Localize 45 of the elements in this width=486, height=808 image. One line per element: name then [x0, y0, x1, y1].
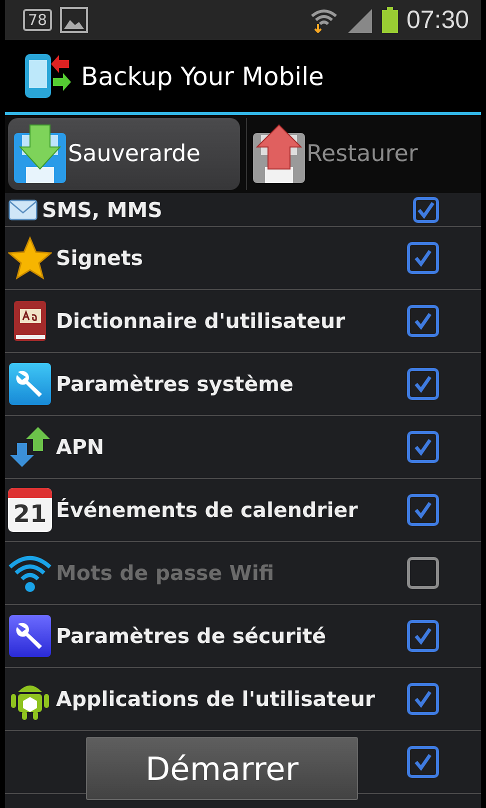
wrench-icon — [8, 614, 52, 658]
option-label: Paramètres de sécurité — [55, 624, 328, 648]
option-label: Signets — [55, 246, 144, 270]
checkmark-icon — [413, 500, 433, 520]
option-label: Dictionnaire d'utilisateur — [55, 309, 346, 333]
checkbox[interactable] — [407, 746, 439, 778]
option-label: Paramètres système — [55, 372, 294, 396]
phone-arrows-icon — [23, 52, 71, 100]
wrench-icon — [8, 362, 52, 406]
battery-icon — [382, 7, 398, 33]
checkmark-icon — [413, 437, 433, 457]
checkmark-icon — [413, 689, 433, 709]
checkmark-icon — [413, 752, 433, 772]
tab[interactable]: Restaurer — [246, 118, 478, 190]
star-icon — [8, 236, 52, 280]
option-label: Événements de calendrier — [55, 498, 359, 522]
floppy-upload-icon — [250, 123, 306, 185]
start-button[interactable]: Démarrer — [86, 737, 358, 800]
signal-icon — [346, 7, 374, 33]
wifi-icon — [310, 7, 338, 33]
app-title: Backup Your Mobile — [81, 62, 324, 90]
checkbox[interactable] — [407, 431, 439, 463]
clock: 07:30 — [406, 6, 469, 34]
checkmark-icon — [413, 311, 433, 331]
notification-badge: 78 — [23, 9, 52, 31]
checkbox[interactable] — [407, 305, 439, 337]
option-label: Mots de passe Wifi — [55, 561, 276, 585]
checkmark-icon — [416, 200, 436, 220]
calendar-icon: 21 — [8, 488, 52, 532]
checkbox[interactable] — [407, 683, 439, 715]
checkbox[interactable] — [407, 494, 439, 526]
checkmark-icon — [413, 374, 433, 394]
arrows-icon — [8, 425, 52, 469]
option-label: Applications de l'utilisateur — [55, 687, 376, 711]
option-label: APN — [55, 435, 106, 459]
checkbox[interactable] — [413, 196, 439, 222]
checkbox[interactable] — [407, 242, 439, 274]
checkmark-icon — [413, 248, 433, 268]
option-label: SMS, MMS — [41, 198, 164, 222]
image-icon — [60, 7, 88, 33]
floppy-download-icon — [12, 123, 68, 185]
tab[interactable]: Sauverarde — [8, 118, 240, 190]
checkbox[interactable] — [407, 620, 439, 652]
checkbox[interactable] — [407, 368, 439, 400]
checkmark-icon — [413, 626, 433, 646]
